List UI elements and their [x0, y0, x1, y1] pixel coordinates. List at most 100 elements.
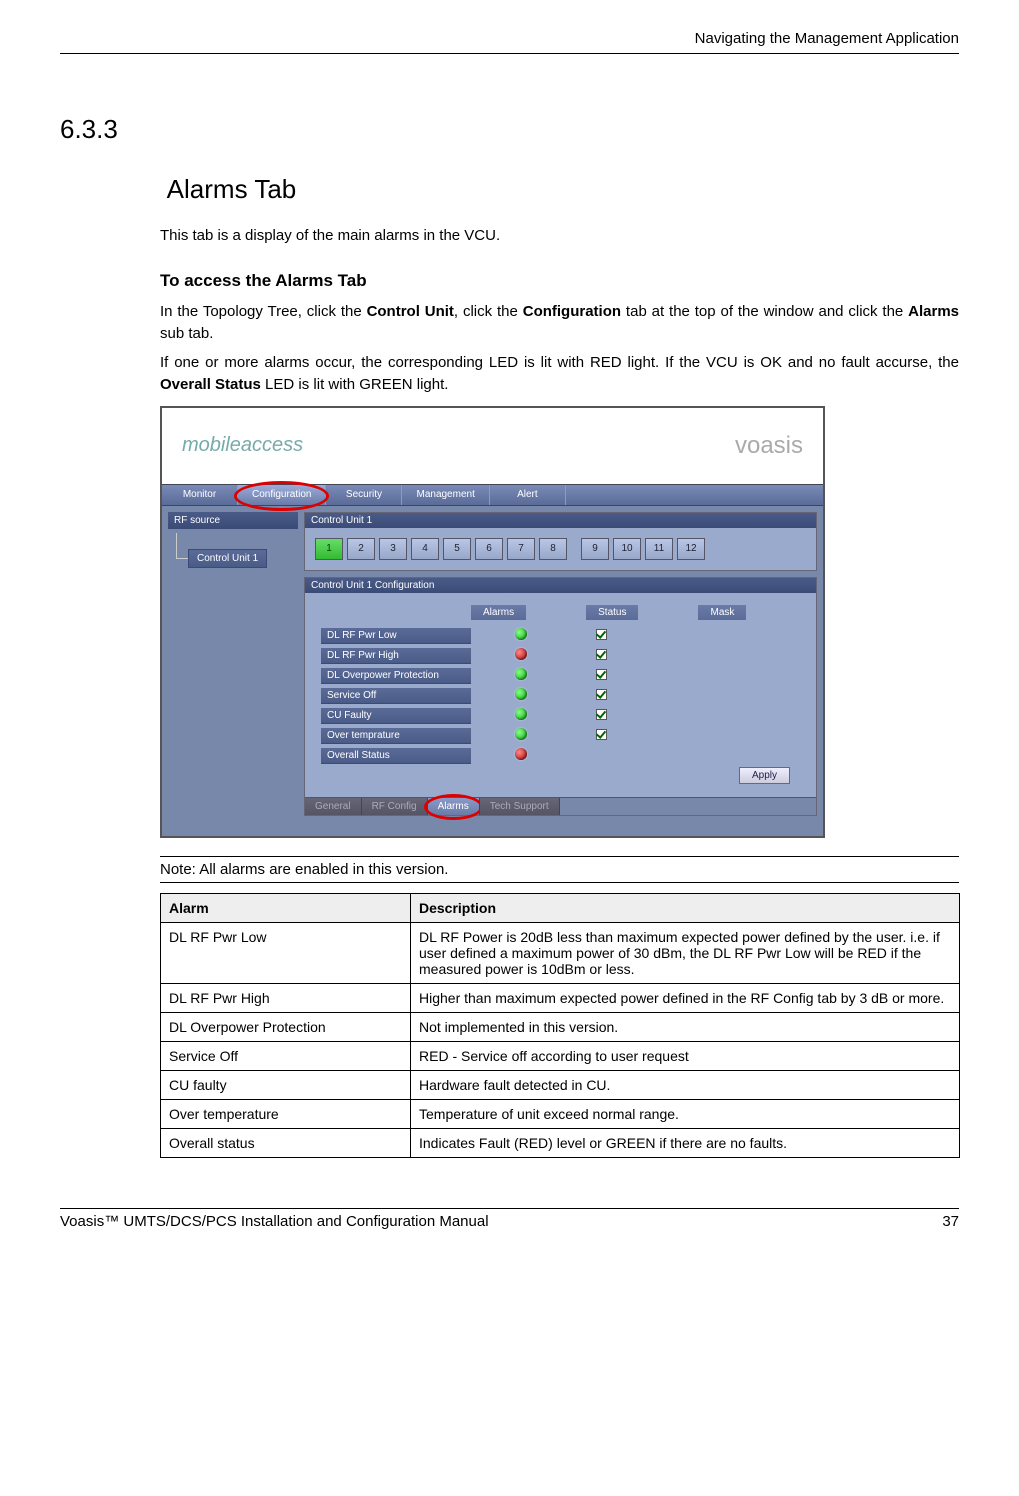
tree-root[interactable]: RF source	[168, 512, 298, 529]
alarm-label: DL RF Pwr High	[321, 648, 471, 664]
cell-description: Indicates Fault (RED) level or GREEN if …	[411, 1128, 960, 1157]
col-alarms: Alarms	[471, 605, 526, 620]
cell-description: Hardware fault detected in CU.	[411, 1070, 960, 1099]
text: In the Topology Tree, click the	[160, 303, 367, 320]
table-row: CU faultyHardware fault detected in CU.	[161, 1070, 960, 1099]
text: sub tab.	[160, 325, 213, 342]
text-bold: Overall Status	[160, 376, 261, 393]
port-7[interactable]: 7	[507, 538, 535, 560]
text: tab at the top of the window and click t…	[621, 303, 908, 320]
port-1[interactable]: 1	[315, 538, 343, 560]
subtab-rfconfig[interactable]: RF Config	[362, 798, 428, 815]
led-cell	[471, 628, 571, 643]
panel-config: Control Unit 1 Configuration Alarms Stat…	[304, 577, 817, 816]
led-cell	[471, 688, 571, 703]
mask-checkbox[interactable]	[596, 729, 607, 740]
apply-button[interactable]: Apply	[739, 767, 790, 784]
alarm-row: DL RF Pwr High	[321, 646, 800, 666]
sub-heading: To access the Alarms Tab	[160, 271, 959, 291]
status-led-icon	[515, 668, 527, 680]
page-footer: Voasis™ UMTS/DCS/PCS Installation and Co…	[60, 1208, 959, 1230]
port-3[interactable]: 3	[379, 538, 407, 560]
alarm-row: CU Faulty	[321, 706, 800, 726]
alarm-row: Over temprature	[321, 726, 800, 746]
mask-checkbox[interactable]	[596, 649, 607, 660]
status-led-icon	[515, 688, 527, 700]
alarm-row: Overall Status	[321, 746, 800, 766]
alarm-label: DL RF Pwr Low	[321, 628, 471, 644]
subtab-general[interactable]: General	[305, 798, 362, 815]
cell-alarm: CU faulty	[161, 1070, 411, 1099]
status-led-icon	[515, 708, 527, 720]
section-number: 6.3.3	[60, 114, 160, 145]
mask-cell	[571, 709, 631, 723]
cell-alarm: DL RF Pwr Low	[161, 922, 411, 983]
tree-connector-icon	[176, 533, 188, 559]
col-mask: Mask	[698, 605, 746, 620]
th-description: Description	[411, 893, 960, 922]
text-bold: Control Unit	[367, 303, 454, 320]
table-row: DL Overpower ProtectionNot implemented i…	[161, 1012, 960, 1041]
mask-cell	[571, 629, 631, 643]
port-6[interactable]: 6	[475, 538, 503, 560]
top-tabbar: Monitor Configuration Security Managemen…	[162, 484, 823, 506]
app-screenshot: mobileaccess voasis Monitor Configuratio…	[160, 406, 825, 838]
port-12[interactable]: 12	[677, 538, 705, 560]
para-led: If one or more alarms occur, the corresp…	[160, 352, 959, 396]
tab-security[interactable]: Security	[326, 485, 402, 505]
tree-item-control-unit[interactable]: Control Unit 1	[188, 549, 267, 568]
status-led-icon	[515, 748, 527, 760]
panel-title-cu: Control Unit 1	[305, 513, 816, 528]
cell-description: Not implemented in this version.	[411, 1012, 960, 1041]
alarm-label: CU Faulty	[321, 708, 471, 724]
section-heading: 6.3.3 Alarms Tab	[60, 114, 959, 215]
config-body: Alarms Status Mask DL RF Pwr LowDL RF Pw…	[305, 593, 816, 797]
cell-alarm: Overall status	[161, 1128, 411, 1157]
mask-checkbox[interactable]	[596, 709, 607, 720]
tab-alert[interactable]: Alert	[490, 485, 566, 505]
text-bold: Configuration	[523, 303, 621, 320]
th-alarm: Alarm	[161, 893, 411, 922]
tab-management[interactable]: Management	[402, 485, 489, 505]
panel-control-unit: Control Unit 1 123456789101112	[304, 512, 817, 571]
text: , click the	[454, 303, 523, 320]
tab-monitor[interactable]: Monitor	[162, 485, 238, 505]
tab-configuration[interactable]: Configuration	[238, 485, 326, 505]
port-10[interactable]: 10	[613, 538, 641, 560]
logo-voasis: voasis	[735, 432, 803, 460]
subtab-tech[interactable]: Tech Support	[480, 798, 560, 815]
status-led-icon	[515, 628, 527, 640]
app-header: mobileaccess voasis	[162, 408, 823, 484]
led-cell	[471, 668, 571, 683]
tree-item-wrap: Control Unit 1	[188, 549, 298, 568]
port-8[interactable]: 8	[539, 538, 567, 560]
status-led-icon	[515, 648, 527, 660]
cell-alarm: Over temperature	[161, 1099, 411, 1128]
alarm-label: DL Overpower Protection	[321, 668, 471, 684]
alarm-desc-table: Alarm Description DL RF Pwr LowDL RF Pow…	[160, 893, 960, 1158]
note-block: Note: All alarms are enabled in this ver…	[160, 856, 959, 883]
mask-cell	[571, 669, 631, 683]
mask-checkbox[interactable]	[596, 669, 607, 680]
led-cell	[471, 728, 571, 743]
apply-row: Apply	[321, 766, 800, 789]
port-2[interactable]: 2	[347, 538, 375, 560]
text-bold: Alarms	[908, 303, 959, 320]
port-9[interactable]: 9	[581, 538, 609, 560]
port-4[interactable]: 4	[411, 538, 439, 560]
port-5[interactable]: 5	[443, 538, 471, 560]
footer-title: Voasis™ UMTS/DCS/PCS Installation and Co…	[60, 1213, 489, 1230]
cell-description: DL RF Power is 20dB less than maximum ex…	[411, 922, 960, 983]
port-11[interactable]: 11	[645, 538, 673, 560]
alarm-label: Over temprature	[321, 728, 471, 744]
panel-title-config: Control Unit 1 Configuration	[305, 578, 816, 593]
table-row: Service OffRED - Service off according t…	[161, 1041, 960, 1070]
subtab-alarms[interactable]: Alarms	[428, 798, 480, 815]
cell-alarm: DL Overpower Protection	[161, 1012, 411, 1041]
alarm-rows: DL RF Pwr Low DL RF Pwr High DL Overpower …	[321, 626, 800, 766]
mask-checkbox[interactable]	[596, 629, 607, 640]
alarm-row: Service Off	[321, 686, 800, 706]
section-title: Alarms Tab	[167, 174, 297, 205]
mask-checkbox[interactable]	[596, 689, 607, 700]
right-panel: Control Unit 1 123456789101112 Control U…	[304, 512, 817, 830]
